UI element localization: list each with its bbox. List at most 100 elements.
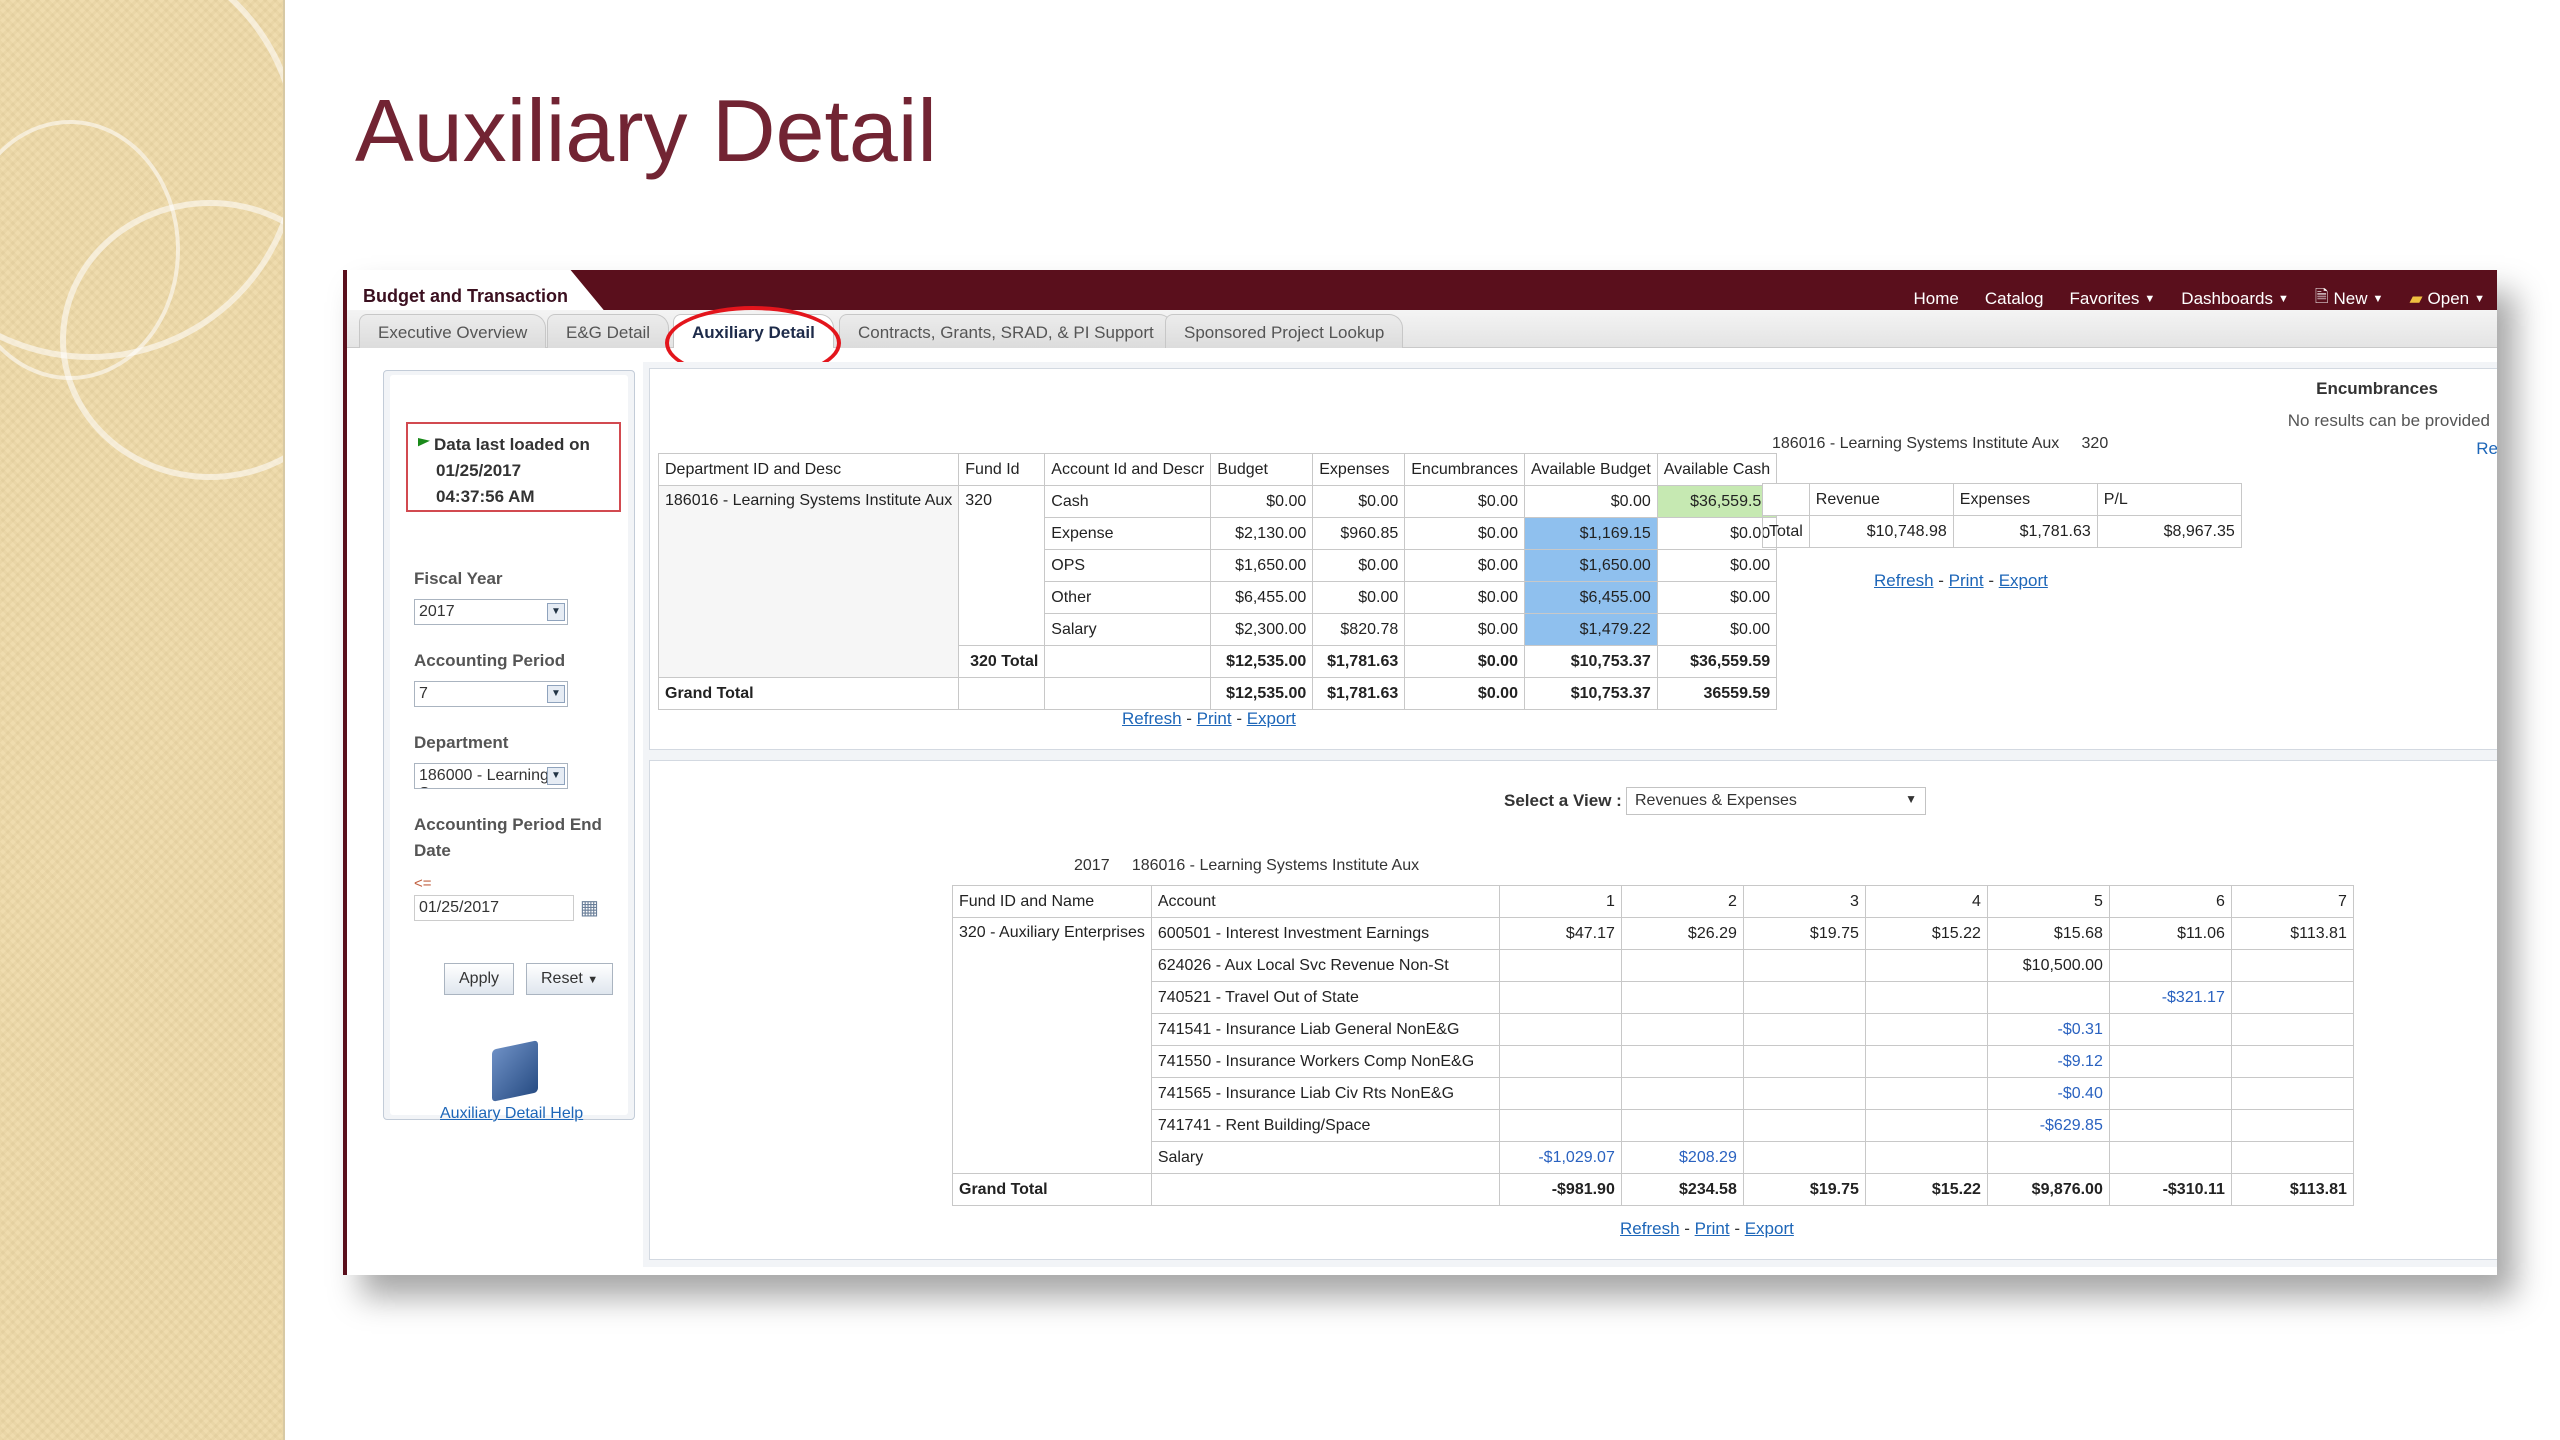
- value-cell: $19.75: [1742, 917, 1866, 950]
- value-cell: $0.00: [1404, 517, 1525, 550]
- value-cell: [1498, 1045, 1622, 1078]
- export-link[interactable]: Export: [1247, 709, 1296, 728]
- view-select-value: Revenues & Expenses: [1635, 792, 1797, 809]
- value-cell: $0.00: [1312, 549, 1406, 582]
- account-cell: 600501 - Interest Investment Earnings: [1150, 917, 1500, 950]
- apply-button[interactable]: Apply: [444, 963, 515, 995]
- refresh-link[interactable]: Refresh: [1122, 709, 1182, 728]
- top-nav-dashboards[interactable]: Dashboards ▼: [2181, 284, 2289, 313]
- subtotal-cell: $36,559.59: [1656, 645, 1778, 678]
- value-cell: $6,455.00: [1210, 581, 1314, 614]
- grand-total-row: Grand Total $12,535.00 $1,781.63 $0.00 $10,7…: [657, 677, 1778, 710]
- grand-total-cell: $1,781.63: [1312, 677, 1406, 710]
- value-cell: [2108, 1077, 2232, 1110]
- period-end-date-value: 01/25/2017: [419, 899, 500, 916]
- top-nav-open[interactable]: ▰ Open ▼: [2409, 284, 2485, 313]
- tab-sponsored-project-lookup[interactable]: Sponsored Project Lookup: [1165, 314, 1404, 348]
- new-doc-icon: 🗎: [2314, 287, 2329, 306]
- help-book-icon[interactable]: [492, 1040, 538, 1102]
- view-select[interactable]: Revenues & Expenses ▼: [1626, 787, 1926, 815]
- top-nav-label: New: [2333, 288, 2368, 308]
- fund-cell: 320 - Auxiliary Enterprises: [952, 917, 1152, 1174]
- table-row: Total $10,748.98 $1,781.63 $8,967.35: [1762, 515, 2242, 548]
- chevron-down-icon: ▼: [2474, 292, 2485, 305]
- value-cell: $0.00: [1404, 485, 1525, 518]
- top-nav-favorites[interactable]: Favorites ▼: [2069, 284, 2155, 313]
- top-nav-new[interactable]: 🗎 New ▼: [2315, 284, 2384, 313]
- chevron-down-icon[interactable]: ▼: [547, 767, 565, 785]
- table-row: 741565 - Insurance Liab Civ Rts NonE&G -$…: [953, 1077, 2354, 1110]
- top-nav-label: Open: [2427, 288, 2470, 308]
- export-link[interactable]: Export: [1745, 1219, 1794, 1238]
- tab-contracts-grants[interactable]: Contracts, Grants, SRAD, & PI Support: [839, 314, 1173, 348]
- account-cell: 741565 - Insurance Liab Civ Rts NonE&G: [1150, 1077, 1500, 1110]
- print-link[interactable]: Print: [1949, 571, 1984, 590]
- top-nav-home[interactable]: Home: [1914, 284, 1959, 313]
- print-link[interactable]: Print: [1197, 709, 1232, 728]
- value-cell: $0.00: [1656, 549, 1778, 582]
- accounting-period-value: 7: [419, 685, 428, 702]
- top-nav-label: Catalog: [1984, 288, 2044, 308]
- print-link[interactable]: Print: [1695, 1219, 1730, 1238]
- link-separator: -: [1933, 571, 1949, 590]
- top-nav-label: Dashboards: [2181, 288, 2273, 308]
- value-cell: $6,455.00: [1523, 581, 1658, 614]
- column-header: 2: [1620, 885, 1744, 918]
- summary-table-body: 186016 - Learning Systems Institute Aux 3…: [657, 485, 1778, 710]
- column-header: Expenses: [1312, 453, 1406, 486]
- account-cell: Cash: [1044, 485, 1212, 518]
- value-cell: $0.00: [1656, 613, 1778, 646]
- reset-button[interactable]: Reset ▼: [526, 963, 614, 995]
- data-loaded-date: 01/25/2017: [436, 461, 522, 480]
- export-link[interactable]: Export: [1999, 571, 2048, 590]
- table-row: 741541 - Insurance Liab General NonE&G -$…: [953, 1013, 2354, 1046]
- value-cell: [2108, 1013, 2232, 1046]
- value-cell: [1864, 1141, 1988, 1174]
- top-nav-label: Home: [1913, 288, 1959, 308]
- value-cell: [1864, 981, 1988, 1014]
- value-cell: [2108, 949, 2232, 982]
- help-link[interactable]: Auxiliary Detail Help: [440, 1105, 583, 1123]
- value-cell: $0.00: [1523, 485, 1658, 518]
- value-cell: [1864, 949, 1988, 982]
- value-cell: $1,169.15: [1523, 517, 1658, 550]
- chevron-down-icon[interactable]: ▼: [547, 685, 565, 703]
- value-cell: -$0.31: [1986, 1013, 2110, 1046]
- table-row: 741550 - Insurance Workers Comp NonE&G -$…: [953, 1045, 2354, 1078]
- folder-icon: ▰: [2409, 288, 2423, 308]
- period-end-label: Accounting Period End: [414, 815, 602, 834]
- encumbrances-cut-link[interactable]: Re: [2476, 439, 2497, 459]
- accounting-period-label: Accounting Period: [414, 651, 566, 670]
- value-cell: [1742, 949, 1866, 982]
- subtotal-cell: $12,535.00: [1210, 645, 1314, 678]
- calendar-icon[interactable]: ▦: [580, 895, 599, 920]
- column-header: Encumbrances: [1404, 453, 1525, 486]
- top-nav-catalog[interactable]: Catalog: [1985, 284, 2044, 313]
- account-cell: Expense: [1044, 517, 1212, 550]
- refresh-link[interactable]: Refresh: [1620, 1219, 1680, 1238]
- account-cell: Other: [1044, 581, 1212, 614]
- tab-eg-detail[interactable]: E&G Detail: [547, 314, 670, 348]
- refresh-link[interactable]: Refresh: [1874, 571, 1934, 590]
- subtotal-cell: $1,781.63: [1312, 645, 1406, 678]
- revenue-cell: $10,748.98: [1808, 515, 1954, 548]
- pl-caption-fund: 320: [2081, 435, 2109, 452]
- encumbrances-message: No results can be provided: [2287, 411, 2490, 430]
- grand-total-cell: $12,535.00: [1210, 677, 1314, 710]
- accounting-period-select[interactable]: 7 ▼: [414, 681, 568, 707]
- value-cell: [1742, 981, 1866, 1014]
- column-header: 4: [1864, 885, 1988, 918]
- column-header: Budget: [1210, 453, 1314, 486]
- column-header: 7: [2230, 885, 2354, 918]
- fiscal-year-select[interactable]: 2017 ▼: [414, 599, 568, 625]
- chevron-down-icon[interactable]: ▼: [547, 603, 565, 621]
- period-end-date-input[interactable]: 01/25/2017: [414, 895, 574, 921]
- tab-executive-overview[interactable]: Executive Overview: [359, 314, 547, 348]
- chevron-down-icon: ▼: [1905, 792, 1917, 806]
- department-label: Department: [414, 733, 509, 752]
- data-loaded-label: Data last loaded on: [434, 435, 590, 454]
- department-select[interactable]: 186000 - Learning Sys▼: [414, 763, 568, 789]
- prompt-panel-inner: Data last loaded on 01/25/2017 04:37:56 …: [390, 375, 628, 1122]
- value-cell: $36,559.59: [1656, 485, 1778, 518]
- value-cell: [1498, 981, 1622, 1014]
